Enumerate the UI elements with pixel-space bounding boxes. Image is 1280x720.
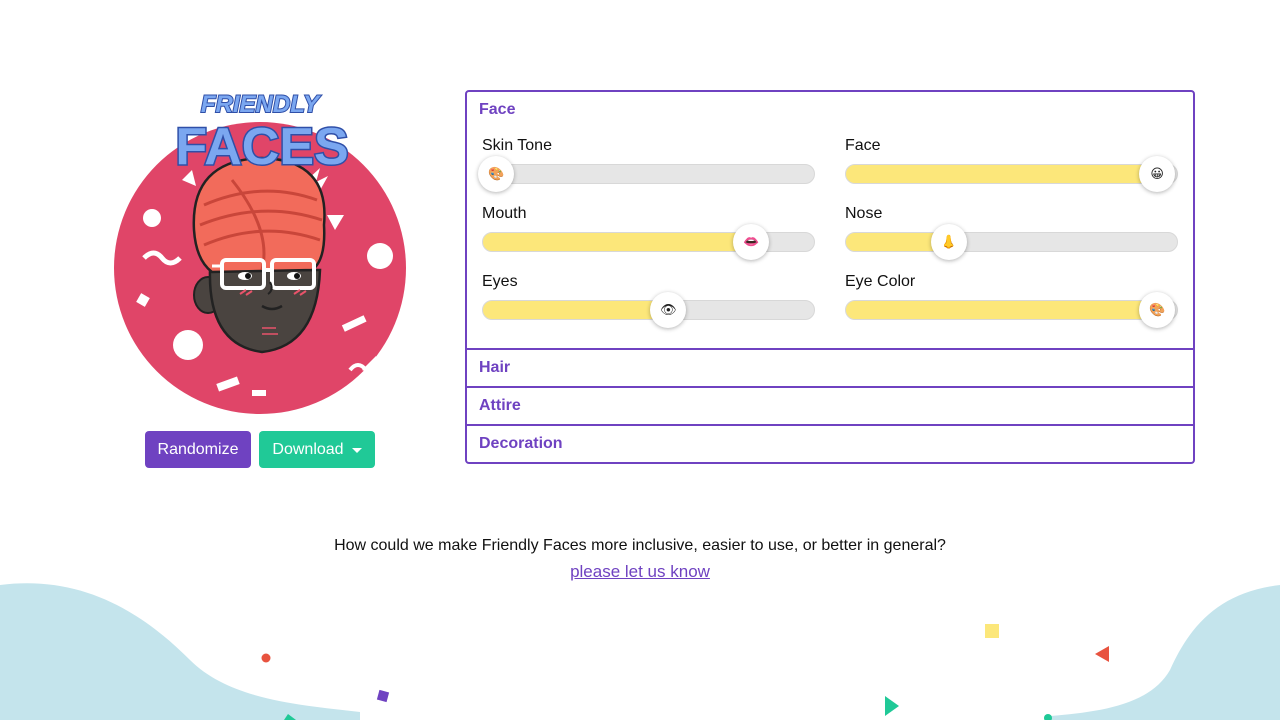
logo-line1: FRIENDLY — [201, 91, 321, 118]
confetti-triangle — [1095, 646, 1109, 662]
nose-icon[interactable]: 👃 — [930, 224, 967, 260]
section-hair: Hair — [465, 350, 1195, 388]
confetti-dot — [1044, 714, 1052, 720]
slider-label-nose: Nose — [845, 205, 883, 222]
palette-icon[interactable]: 🎨 — [1139, 292, 1176, 328]
section-face: Face Skin Tone 🎨 Face 😀 Mouth 👄 Nose 👃 E… — [465, 90, 1195, 350]
skin-tone-slider[interactable]: 🎨 — [478, 156, 815, 192]
section-header-attire[interactable]: Attire — [467, 388, 1193, 424]
smiley-icon[interactable]: 😀 — [1139, 156, 1176, 192]
mouth-slider[interactable]: 👄 — [482, 224, 815, 260]
randomize-label: Randomize — [157, 440, 239, 458]
confetti-dot — [261, 653, 271, 663]
confetti-triangle — [885, 696, 899, 716]
section-header-face[interactable]: Face — [467, 92, 1193, 128]
slider-label-face: Face — [845, 137, 881, 154]
confetti-square — [376, 689, 390, 703]
section-header-decoration[interactable]: Decoration — [467, 426, 1193, 462]
slider-label-mouth: Mouth — [482, 205, 527, 222]
section-title: Decoration — [479, 435, 563, 452]
eyes-slider[interactable]: 👁 — [482, 292, 815, 328]
download-label: Download — [272, 440, 344, 458]
section-title: Face — [479, 101, 516, 118]
section-title: Attire — [479, 397, 521, 414]
caret-down-icon — [351, 448, 362, 453]
section-header-hair[interactable]: Hair — [467, 350, 1193, 386]
palette-icon[interactable]: 🎨 — [478, 156, 515, 192]
face-slider[interactable]: 😀 — [845, 156, 1178, 192]
slider-fill — [483, 301, 669, 319]
lips-icon[interactable]: 👄 — [733, 224, 770, 260]
section-title: Hair — [479, 359, 511, 376]
feedback-link[interactable]: please let us know — [570, 562, 710, 581]
eye-color-slider[interactable]: 🎨 — [845, 292, 1178, 328]
section-attire: Attire — [465, 388, 1195, 426]
customization-accordion: Face Skin Tone 🎨 Face 😀 Mouth 👄 Nose 👃 E… — [465, 90, 1195, 464]
face-sliders-panel: Skin Tone 🎨 Face 😀 Mouth 👄 Nose 👃 Eyes 👁… — [467, 128, 1193, 348]
slider-fill — [846, 301, 1158, 319]
logo-line2: FACES — [175, 118, 348, 176]
slider-label-skin-tone: Skin Tone — [482, 137, 552, 154]
nose-slider[interactable]: 👃 — [845, 224, 1178, 260]
slider-label-eyes: Eyes — [482, 273, 518, 290]
eye-icon[interactable]: 👁 — [650, 292, 687, 328]
slider-fill — [483, 233, 752, 251]
confetti-square — [985, 624, 999, 638]
randomize-button[interactable]: Randomize — [145, 431, 251, 468]
friendly-faces-logo: FRIENDLY FACES — [168, 86, 358, 176]
slider-label-eye-color: Eye Color — [845, 273, 916, 290]
feedback-question: How could we make Friendly Faces more in… — [334, 537, 946, 554]
download-dropdown-button[interactable]: Download — [259, 431, 375, 468]
slider-fill — [846, 165, 1158, 183]
section-decoration: Decoration — [465, 426, 1195, 464]
